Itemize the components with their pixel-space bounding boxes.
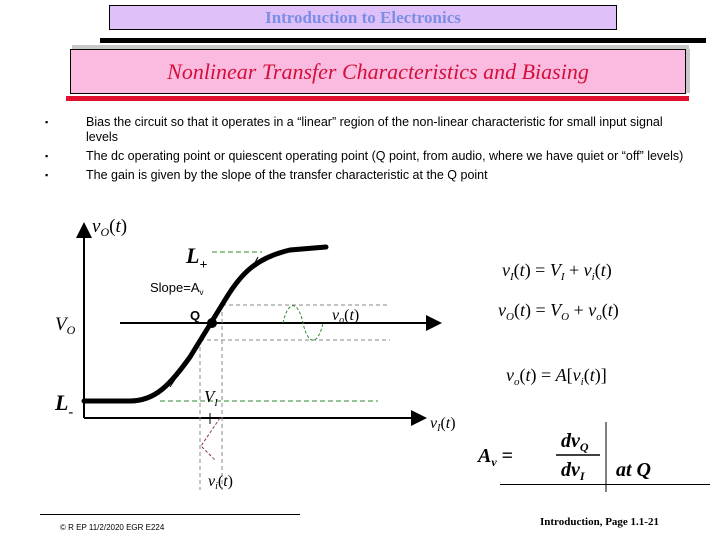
footer-divider-left: [40, 514, 300, 515]
grey-guides: [199, 304, 390, 490]
equation-output-decomposition: vO(t) = VO + vo(t): [498, 300, 619, 323]
svg-text:at Q: at Q: [616, 459, 651, 481]
gain-expression: Av = dvQ dvI at Q: [476, 422, 651, 492]
q-label: Q: [190, 308, 200, 323]
footer-page-number: Introduction, Page 1.1-21: [540, 516, 659, 528]
footer-copyright: © R EP 11/2/2020 EGR E224: [60, 523, 165, 532]
svg-text:dvI: dvI: [561, 459, 586, 483]
small-input-label: vi(t): [208, 473, 233, 492]
small-output-label: vo(t): [332, 307, 359, 326]
x-axis-label: vI(t): [430, 415, 456, 434]
equation-small-signal: vo(t) = A[vi(t)]: [506, 365, 607, 388]
svg-text:dvQ: dvQ: [561, 430, 589, 454]
vi-dc-label: VI: [204, 387, 218, 409]
q-point: [207, 318, 217, 328]
transfer-characteristic-diagram: vO(t) VO L+ L- Slope=Av Q VI vo(t) vI(t)…: [54, 216, 651, 492]
input-wave: [200, 417, 221, 461]
svg-text:Av =: Av =: [476, 445, 513, 469]
slope-label: Slope=Av: [150, 280, 204, 297]
y-axis-label: vO(t): [92, 216, 127, 239]
vo-dc-label: VO: [55, 314, 76, 337]
l-minus-label: L-: [54, 390, 73, 420]
equation-input-decomposition: vI(t) = VI + vi(t): [502, 260, 612, 283]
l-plus-label: L+: [185, 243, 207, 273]
footer-divider-right: [500, 484, 710, 485]
